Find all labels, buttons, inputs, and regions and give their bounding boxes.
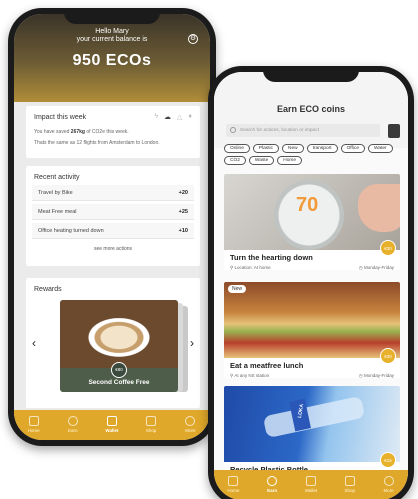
activity-label: Office heating turned down: [38, 227, 104, 234]
coin-reward-badge: €30: [380, 348, 396, 364]
list-item[interactable]: Office heating turned down +10: [32, 223, 194, 239]
phone-notch: [263, 66, 359, 82]
cloud-icon[interactable]: ☁: [164, 113, 171, 121]
saved-amount: 267kg: [70, 129, 85, 135]
action-location: ⚲ At any NS station: [230, 373, 270, 378]
plastic-bottle-graphic: [262, 395, 366, 439]
list-item[interactable]: Meat Free meal +25: [32, 204, 194, 220]
chip-transport[interactable]: transport: [306, 144, 338, 153]
recent-activity-card: Recent activity Travel by Bike +20 Meat …: [26, 166, 200, 266]
balance-value: 950 ECOs: [72, 52, 152, 69]
chip-plastic[interactable]: Plastic: [252, 144, 280, 153]
phone-wallet: Hello Mary your current balance is 950 E…: [8, 8, 216, 446]
chip-water[interactable]: Water: [368, 144, 393, 153]
tab-wallet[interactable]: Wallet: [97, 416, 127, 433]
page-title: Earn ECO coins: [276, 104, 346, 114]
tab-more[interactable]: More: [175, 416, 205, 433]
more-icon: [383, 476, 394, 486]
activity-points: +10: [178, 227, 188, 234]
search-input[interactable]: Search for actions, location or impact: [226, 124, 380, 137]
action-schedule: ◷ Monday-Friday: [358, 373, 394, 378]
water-drop-icon[interactable]: ♦: [188, 113, 192, 121]
tab-more[interactable]: More: [374, 476, 404, 493]
rewards-card: Rewards ‹ › €80 Second Coffee Free: [26, 278, 200, 408]
recycle-icon[interactable]: △: [177, 113, 182, 121]
tab-home[interactable]: Home: [218, 476, 248, 493]
phone-earn: Earn ECO coins Search for actions, locat…: [208, 66, 414, 499]
home-icon: [28, 416, 39, 426]
greeting: Hello Mary: [95, 28, 129, 35]
wallet-icon: [305, 476, 316, 486]
earn-header: Earn ECO coins Search for actions, locat…: [214, 72, 408, 148]
coin-reward-badge: €15: [380, 452, 396, 468]
filter-chips: Online Plastic New transport Office Wate…: [224, 144, 398, 165]
coin-icon: [267, 476, 278, 486]
activity-points: +20: [178, 189, 188, 196]
action-card[interactable]: New €30 Eat a meatfree lunch ⚲ At any NS…: [224, 282, 400, 378]
tab-earn[interactable]: Earn: [257, 476, 287, 493]
reward-name: Second Coffee Free: [88, 379, 150, 386]
balance-label: your current balance is: [76, 36, 148, 43]
chevron-right-icon[interactable]: ›: [190, 336, 194, 350]
tab-shop[interactable]: Shop: [136, 416, 166, 433]
lightning-icon[interactable]: ϟ: [154, 113, 158, 121]
hand-graphic: [358, 184, 400, 232]
bottle-photo: LOKA: [224, 386, 400, 462]
wallet-screen: Hello Mary your current balance is 950 E…: [14, 14, 210, 440]
more-icon: [185, 416, 196, 426]
thermostat-photo: 70: [224, 174, 400, 250]
reward-price-badge: €80: [111, 362, 127, 378]
coin-icon: [67, 416, 78, 426]
tab-wallet[interactable]: Wallet: [296, 476, 326, 493]
tab-bar: Home Earn Wallet Shop More: [214, 470, 408, 499]
chip-office[interactable]: Office: [340, 144, 366, 153]
chip-online[interactable]: Online: [224, 144, 250, 153]
home-icon: [228, 476, 239, 486]
search-icon: [230, 127, 236, 133]
chip-new[interactable]: New: [282, 144, 304, 153]
action-schedule: ◷ Monday-Friday: [358, 265, 394, 270]
impact-saved: You have saved 267kg of CO2e this week.: [34, 129, 129, 135]
impact-comparison: Thats the same as 12 flights from Amster…: [34, 140, 160, 146]
activity-title: Recent activity: [34, 174, 80, 181]
see-more-link[interactable]: see more actions: [26, 242, 200, 252]
wallet-icon: [106, 416, 117, 426]
impact-filters: ϟ ☁ △ ♦: [154, 113, 192, 121]
action-title: Turn the hearting down: [230, 253, 313, 262]
rewards-title: Rewards: [34, 286, 62, 293]
new-badge: New: [228, 285, 247, 293]
action-location: ⚲ Location: At home: [230, 265, 271, 270]
phone-notch: [64, 8, 160, 24]
action-card[interactable]: 70 €30 Turn the hearting down ⚲ Location…: [224, 174, 400, 270]
action-card[interactable]: LOKA €15 Recycle Plastic Bottle: [224, 386, 400, 476]
activity-label: Meat Free meal: [38, 208, 77, 215]
kebab-photo: New: [224, 282, 400, 358]
tab-bar: Home Earn Wallet Shop More: [14, 410, 210, 440]
tab-shop[interactable]: Shop: [335, 476, 365, 493]
bag-icon: [344, 476, 355, 486]
app-showcase: Hello Mary your current balance is 950 E…: [0, 0, 418, 499]
chevron-left-icon[interactable]: ‹: [32, 336, 36, 350]
impact-card: Impact this week ϟ ☁ △ ♦ You have saved …: [26, 106, 200, 158]
settings-icon[interactable]: ⚙: [188, 34, 198, 44]
list-item[interactable]: Travel by Bike +20: [32, 185, 194, 201]
chip-home[interactable]: Home: [277, 156, 303, 165]
bag-icon: [146, 416, 157, 426]
activity-label: Travel by Bike: [38, 189, 73, 196]
thermostat-reading: 70: [296, 194, 319, 216]
coin-reward-badge: €30: [380, 240, 396, 256]
tab-earn[interactable]: Earn: [58, 416, 88, 433]
coffee-photo: [60, 300, 178, 368]
earn-screen: Earn ECO coins Search for actions, locat…: [214, 72, 408, 499]
action-title: Eat a meatfree lunch: [230, 361, 304, 370]
activity-points: +25: [178, 208, 188, 215]
reward-carousel: €80 Second Coffee Free: [60, 300, 188, 392]
chip-co2[interactable]: CO2: [224, 156, 246, 165]
balance-header: Hello Mary your current balance is 950 E…: [14, 14, 210, 102]
filter-icon[interactable]: [388, 124, 400, 138]
chip-waste[interactable]: Waste: [248, 156, 275, 165]
reward-card[interactable]: €80 Second Coffee Free: [60, 300, 178, 392]
tab-home[interactable]: Home: [19, 416, 49, 433]
